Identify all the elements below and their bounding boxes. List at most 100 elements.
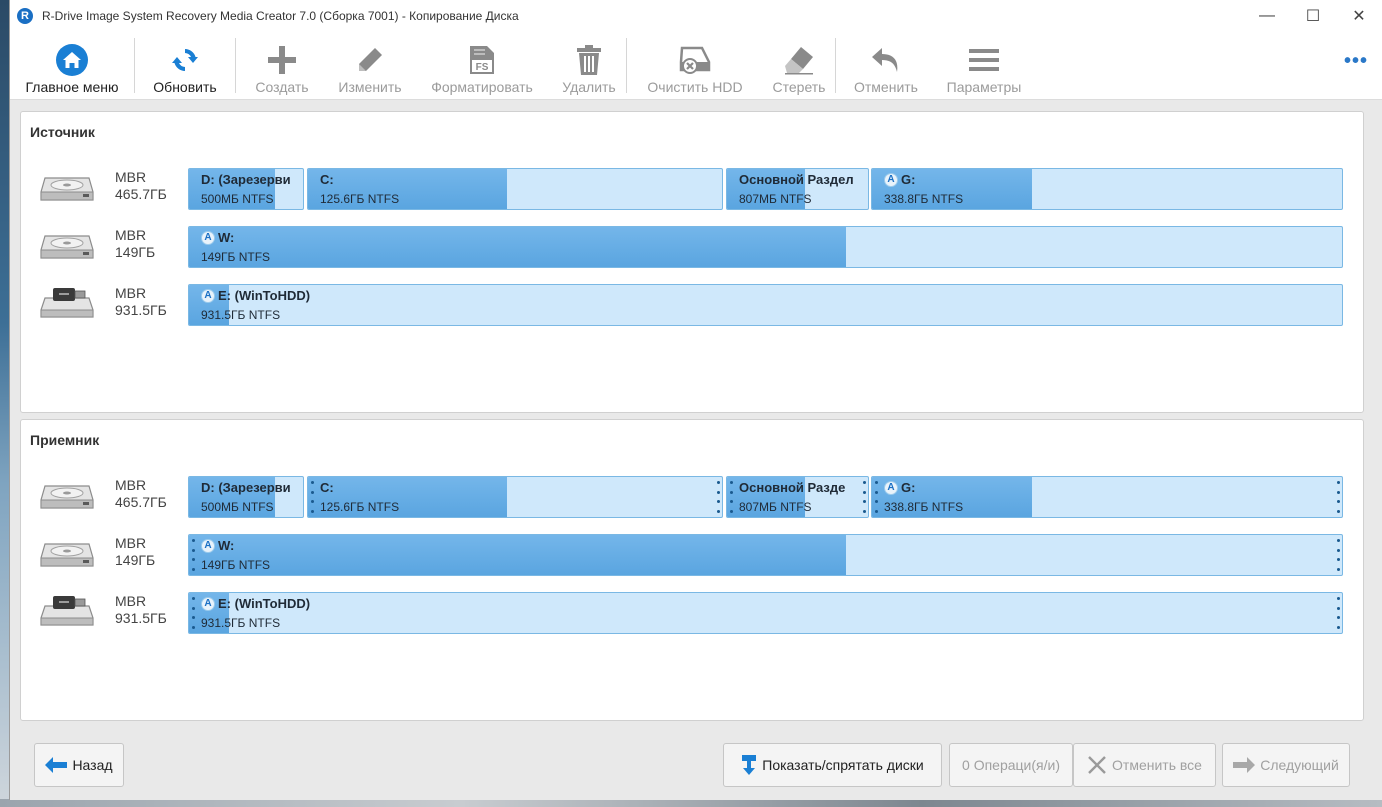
filter-disks-icon	[741, 754, 757, 776]
wipe-hdd-button[interactable]: Очистить HDD	[627, 32, 763, 99]
partition-block[interactable]: A E: (WinToHDD) 931.5ГБ NTFS	[188, 592, 1343, 634]
format-button[interactable]: FS Форматировать	[412, 32, 552, 99]
refresh-button[interactable]: Обновить	[135, 32, 235, 99]
partition-block[interactable]: D: (Зарезерви 500МБ NTFS	[188, 168, 304, 210]
partition-size-fs: 500МБ NTFS	[201, 192, 274, 206]
disk-partition-scheme: MBR	[115, 593, 147, 609]
settings-button[interactable]: Параметры	[936, 32, 1032, 99]
disk-info: MBR 149ГБ	[115, 227, 155, 261]
disk-row: MBR 931.5ГБ A E: (WinToHDD) 931.5ГБ NTFS	[21, 592, 1365, 634]
disk-partition-bar: A E: (WinToHDD) 931.5ГБ NTFS	[188, 592, 1344, 634]
minimize-button[interactable]: —	[1244, 0, 1290, 32]
resize-handle-left[interactable]	[729, 481, 733, 513]
disk-row: MBR 465.7ГБ D: (Зарезерви 500МБ NTFS C: 125.6…	[21, 168, 1365, 210]
disk-partition-scheme: MBR	[115, 477, 147, 493]
show-hide-disks-button[interactable]: Показать/спрятать диски	[723, 743, 942, 787]
trash-icon	[576, 42, 602, 78]
target-panel-title: Приемник	[30, 432, 100, 448]
partition-name: Основной Раздел	[739, 172, 854, 187]
partition-size-fs: 807МБ NTFS	[739, 192, 812, 206]
undo-arrow-icon	[870, 42, 902, 78]
resize-handle-left[interactable]	[191, 539, 195, 571]
partition-used-fill	[189, 535, 847, 575]
next-button-label: Следующий	[1260, 757, 1339, 773]
pencil-icon	[355, 42, 385, 78]
partition-size-fs: 149ГБ NTFS	[201, 250, 271, 264]
svg-text:FS: FS	[476, 62, 489, 73]
edit-label: Изменить	[338, 79, 402, 95]
disk-partition-scheme: MBR	[115, 535, 147, 551]
maximize-button[interactable]: ☐	[1290, 0, 1336, 32]
partition-label: Основной Раздел	[739, 172, 854, 187]
format-fs-icon: FS	[468, 42, 496, 78]
partition-label: W:	[218, 538, 235, 553]
partition-name: A G:	[884, 480, 915, 495]
disk-size: 465.7ГБ	[115, 186, 167, 202]
partition-block[interactable]: A W: 149ГБ NTFS	[188, 534, 1343, 576]
resize-handle-right[interactable]	[1336, 539, 1340, 571]
resize-handle-right[interactable]	[1336, 597, 1340, 629]
drive-letter-badge-icon: A	[884, 172, 898, 187]
close-button[interactable]: ✕	[1336, 0, 1382, 32]
resize-handle-right[interactable]	[862, 481, 866, 513]
edit-button[interactable]: Изменить	[328, 32, 412, 99]
home-menu-label: Главное меню	[25, 79, 119, 95]
window-title: R-Drive Image System Recovery Media Crea…	[42, 9, 519, 23]
undo-button[interactable]: Отменить	[836, 32, 936, 99]
disk-info: MBR 931.5ГБ	[115, 285, 167, 319]
partition-block[interactable]: D: (Зарезерви 500МБ NTFS	[188, 476, 304, 518]
home-menu-button[interactable]: Главное меню	[10, 32, 134, 99]
partition-label: D: (Зарезерви	[201, 480, 291, 495]
resize-handle-right[interactable]	[1336, 481, 1340, 513]
partition-block[interactable]: A W: 149ГБ NTFS	[188, 226, 1343, 268]
next-button[interactable]: Следующий	[1222, 743, 1350, 787]
create-button[interactable]: Создать	[236, 32, 328, 99]
operations-count-label: 0 Операци(я/и)	[962, 757, 1060, 773]
erase-button[interactable]: Стереть	[763, 32, 835, 99]
partition-block[interactable]: Основной Раздел 807МБ NTFS	[726, 168, 869, 210]
partition-block[interactable]: A G: 338.8ГБ NTFS	[871, 476, 1343, 518]
back-button[interactable]: Назад	[34, 743, 124, 787]
partition-label: C:	[320, 172, 334, 187]
cancel-all-button[interactable]: Отменить все	[1073, 743, 1216, 787]
disk-row: MBR 149ГБ A W: 149ГБ NTFS	[21, 534, 1365, 576]
partition-block[interactable]: A G: 338.8ГБ NTFS	[871, 168, 1343, 210]
settings-label: Параметры	[946, 79, 1022, 95]
partition-size-fs: 125.6ГБ NTFS	[320, 192, 400, 206]
partition-label: E: (WinToHDD)	[218, 596, 311, 611]
source-panel: Источник MBR 465.7ГБ D: (Зарезерви 500МБ NT…	[20, 111, 1364, 413]
delete-button[interactable]: Удалить	[552, 32, 626, 99]
source-panel-title: Источник	[30, 124, 95, 140]
erase-label: Стереть	[772, 79, 826, 95]
delete-label: Удалить	[562, 79, 616, 95]
resize-handle-right[interactable]	[716, 481, 720, 513]
resize-handle-left[interactable]	[310, 481, 314, 513]
partition-block[interactable]: Основной Разде 807МБ NTFS	[726, 476, 869, 518]
disk-info: MBR 149ГБ	[115, 535, 155, 569]
partition-block[interactable]: A E: (WinToHDD) 931.5ГБ NTFS	[188, 284, 1343, 326]
hdd-icon	[39, 228, 95, 269]
more-options-icon[interactable]: •••	[1344, 50, 1368, 73]
app-logo-icon: R	[17, 8, 33, 24]
resize-handle-left[interactable]	[191, 597, 195, 629]
disk-partition-scheme: MBR	[115, 227, 147, 243]
operations-count-button[interactable]: 0 Операци(я/и)	[949, 743, 1073, 787]
partition-size-fs: 125.6ГБ NTFS	[320, 500, 400, 514]
resize-handle-left[interactable]	[874, 481, 878, 513]
hamburger-menu-icon	[968, 42, 1000, 78]
partition-name: A W:	[201, 538, 234, 553]
create-label: Создать	[255, 79, 309, 95]
drive-letter-badge-icon: A	[884, 480, 898, 495]
target-panel: Приемник MBR 465.7ГБ D: (Зарезерви 500МБ NT…	[20, 419, 1364, 721]
disk-partition-bar: D: (Зарезерви 500МБ NTFS C: 125.6ГБ NTFS Осн…	[188, 476, 1344, 518]
undo-label: Отменить	[854, 79, 918, 95]
partition-size-fs: 931.5ГБ NTFS	[201, 308, 281, 322]
hdd-icon	[39, 536, 95, 577]
disk-info: MBR 465.7ГБ	[115, 169, 167, 203]
partition-label: W:	[218, 230, 235, 245]
partition-block[interactable]: C: 125.6ГБ NTFS	[307, 476, 723, 518]
partition-size-fs: 807МБ NTFS	[739, 500, 812, 514]
partition-block[interactable]: C: 125.6ГБ NTFS	[307, 168, 723, 210]
home-icon	[55, 42, 89, 78]
partition-name: C:	[320, 480, 334, 495]
